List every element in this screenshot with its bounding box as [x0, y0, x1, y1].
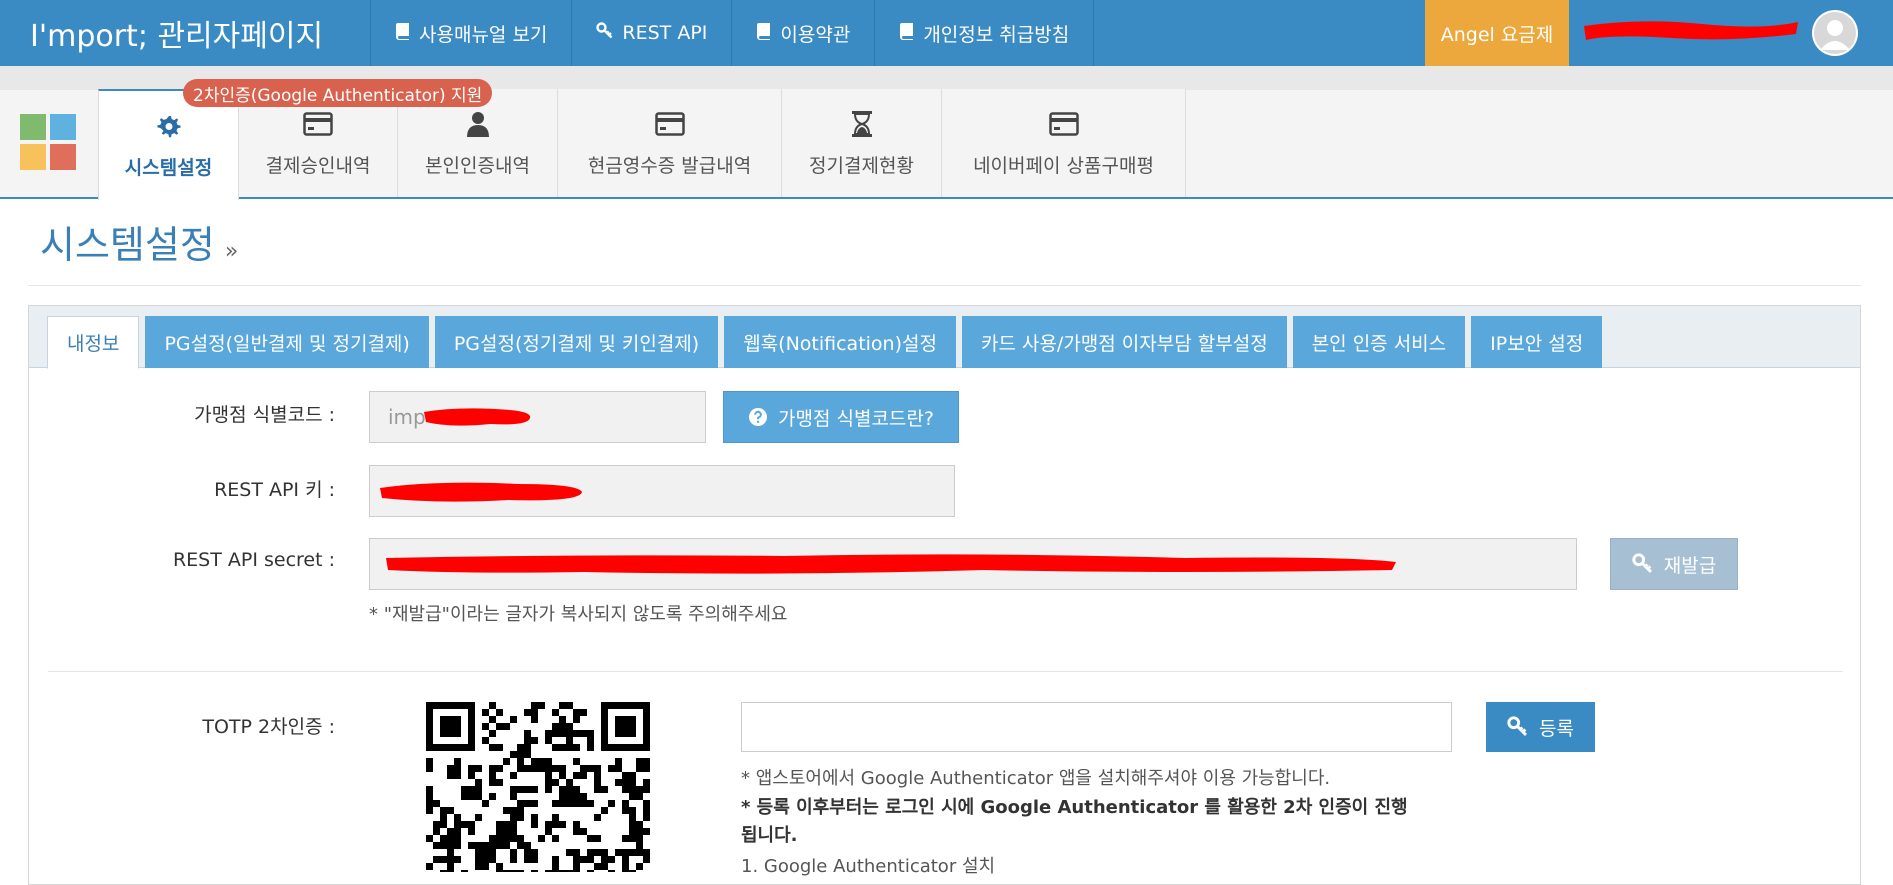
key-icon [1632, 553, 1654, 575]
reissue-label: 재발급 [1663, 554, 1717, 577]
totp-register-button[interactable]: 등록 [1486, 702, 1595, 752]
totp-note-login-line1: * 등록 이후부터는 로그인 시에 Google Authenticator 를… [741, 797, 1408, 818]
redacted-api-secret [386, 554, 1396, 574]
book-icon [395, 22, 411, 45]
tab-subscriptions[interactable]: 정기결제현황 [782, 89, 942, 197]
totp-note-install: * 앱스토어에서 Google Authenticator 앱을 설치해주셔야 … [741, 768, 1331, 789]
nav-rest-api-link[interactable]: REST API [572, 0, 733, 66]
page-title-suffix: » [224, 239, 239, 264]
user-avatar-icon [1814, 12, 1856, 54]
api-key-label: REST API 키 : [214, 479, 335, 501]
api-secret-note: * "재발급"이라는 글자가 복사되지 않도록 주의해주세요 [369, 604, 788, 625]
api-secret-label: REST API secret : [172, 549, 335, 571]
tab-my-info[interactable]: 내정보 [47, 316, 140, 369]
tab-webhook[interactable]: 웹훅(Notification)설정 [724, 316, 956, 368]
logo-tile [20, 114, 46, 140]
redacted-api-key [380, 482, 582, 502]
merchant-code-label: 가맹점 식별코드 : [194, 404, 335, 426]
book-icon [899, 22, 915, 45]
tab-identity-service[interactable]: 본인 인증 서비스 [1292, 316, 1466, 368]
merchant-code-help-button[interactable]: 가맹점 식별코드란? [723, 391, 959, 443]
tab-cash-receipts[interactable]: 현금영수증 발급내역 [558, 89, 782, 197]
logo-tile [50, 144, 76, 170]
gear-icon [156, 111, 182, 141]
merchant-code-help-label: 가맹점 식별코드란? [778, 407, 934, 430]
totp-register-label: 등록 [1539, 717, 1574, 740]
nav-terms-label: 이용약관 [780, 23, 851, 46]
nav-rest-api-label: REST API [622, 22, 708, 44]
avatar[interactable] [1812, 10, 1858, 56]
totp-code-input[interactable] [741, 702, 1452, 752]
nav-manual-link[interactable]: 사용매뉴얼 보기 [371, 0, 573, 66]
plan-badge[interactable]: Angel 요금제 [1425, 0, 1569, 66]
redacted-username [1584, 21, 1798, 40]
book-icon [756, 22, 772, 45]
tab-pg-general[interactable]: PG설정(일반결제 및 정기결제) [145, 316, 429, 368]
totp-label: TOTP 2차인증 : [202, 716, 335, 738]
question-circle-icon [748, 407, 768, 427]
brand-title[interactable]: I'mport; 관리자페이지 [0, 0, 370, 66]
divider [48, 671, 1843, 672]
app-logo[interactable] [20, 114, 78, 172]
tab-label: 현금영수증 발급내역 [587, 154, 752, 177]
tab-pg-keyin[interactable]: PG설정(정기결제 및 키인결제) [434, 316, 719, 368]
tab-label: 결제승인내역 [265, 154, 371, 177]
tab-label: 정기결제현황 [809, 154, 914, 177]
tab-label: 본인인증내역 [425, 154, 530, 177]
tab-naverpay-reviews[interactable]: 네이버페이 상품구매평 [942, 89, 1186, 197]
nav-privacy-label: 개인정보 취급방침 [923, 23, 1070, 46]
reissue-button[interactable]: 재발급 [1610, 538, 1738, 590]
totp-step-1: 1. Google Authenticator 설치 [741, 856, 996, 877]
tab-card-installment[interactable]: 카드 사용/가맹점 이자부담 할부설정 [961, 316, 1287, 368]
tab-label: 시스템설정 [124, 157, 213, 179]
divider [28, 285, 1861, 286]
top-navbar: I'mport; 관리자페이지 사용매뉴얼 보기 REST API 이용약관 개… [0, 0, 1893, 66]
credit-card-icon [654, 109, 685, 139]
redacted-merchant-code [424, 408, 531, 426]
key-icon [596, 21, 614, 45]
logo-tile [50, 114, 76, 140]
panel-tabs: 내정보 PG설정(일반결제 및 정기결제) PG설정(정기결제 및 키인결제) … [47, 316, 1608, 369]
user-icon [466, 109, 490, 139]
page-title: 시스템설정 » [40, 214, 238, 269]
logo-tile [20, 144, 46, 170]
credit-card-icon [1048, 109, 1079, 139]
nav-manual-label: 사용매뉴얼 보기 [419, 23, 548, 46]
nav-privacy-link[interactable]: 개인정보 취급방침 [875, 0, 1095, 66]
credit-card-icon [303, 109, 333, 139]
key-icon [1507, 716, 1529, 738]
hourglass-icon [851, 109, 873, 139]
nav-terms-link[interactable]: 이용약관 [732, 0, 876, 66]
notice-badge: 2차인증(Google Authenticator) 지원 [183, 79, 493, 107]
tab-label: 네이버페이 상품구매평 [973, 154, 1154, 177]
totp-qr-code [426, 702, 650, 872]
tab-ip-security[interactable]: IP보안 설정 [1471, 316, 1603, 368]
panel-tab-bar: 내정보 PG설정(일반결제 및 정기결제) PG설정(정기결제 및 키인결제) … [29, 306, 1860, 369]
totp-note-login-line2: 됩니다. [741, 825, 798, 846]
top-nav: 사용매뉴얼 보기 REST API 이용약관 개인정보 취급방침 [370, 0, 1095, 66]
page-title-text: 시스템설정 [40, 223, 215, 267]
